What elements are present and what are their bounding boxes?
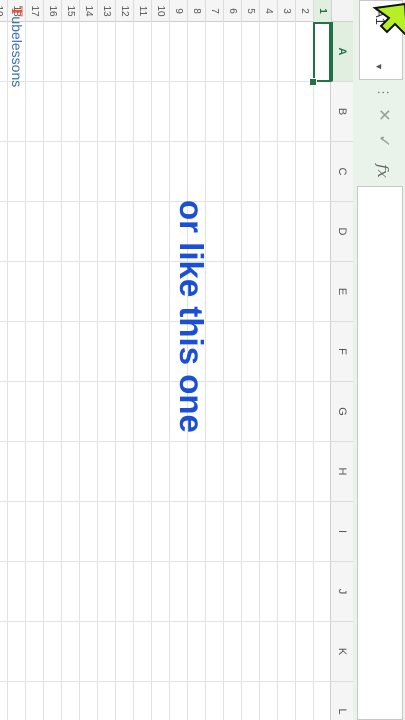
- row-header-5[interactable]: 5: [241, 0, 259, 22]
- row-header-4[interactable]: 4: [259, 0, 277, 22]
- column-header-h[interactable]: H: [331, 442, 353, 502]
- grid-line: [0, 201, 331, 202]
- watermark-logo: Tubelessons: [8, 6, 25, 87]
- grid-line: [0, 381, 331, 382]
- row-header-13[interactable]: 13: [97, 0, 115, 22]
- column-header-b[interactable]: B: [331, 82, 353, 142]
- grid-line: [0, 261, 331, 262]
- grid-line: [0, 621, 331, 622]
- row-header-8[interactable]: 8: [187, 0, 205, 22]
- grid-line: [169, 22, 170, 720]
- column-header-l[interactable]: L: [331, 682, 353, 720]
- column-header-c[interactable]: C: [331, 142, 353, 202]
- watermark-text: ubelessons: [9, 16, 25, 88]
- selected-cell[interactable]: [313, 22, 331, 82]
- overlay-caption: or like this one: [173, 200, 210, 433]
- grid-line: [0, 501, 331, 502]
- grid-line: [79, 22, 80, 720]
- cell-grid[interactable]: [0, 22, 331, 720]
- column-header-g[interactable]: G: [331, 382, 353, 442]
- grid-line: [0, 441, 331, 442]
- row-header-19[interactable]: 19: [0, 0, 7, 22]
- check-icon[interactable]: ✓: [371, 130, 395, 152]
- formula-input[interactable]: [357, 186, 403, 720]
- row-header-16[interactable]: 16: [43, 0, 61, 22]
- grid-line: [43, 22, 44, 720]
- grid-line: [277, 22, 278, 720]
- more-dots-icon[interactable]: ⋮: [375, 86, 391, 100]
- grid-line: [0, 141, 331, 142]
- grid-line: [7, 22, 8, 720]
- row-headers: 1 2 3 4 5 6 7 8 9 10 11 12 13 14 15 16 17 18 19: [0, 0, 331, 22]
- select-all-corner[interactable]: [331, 0, 353, 22]
- grid-line: [115, 22, 116, 720]
- watermark-initial: T: [8, 6, 24, 17]
- fx-icon[interactable]: fx: [371, 160, 395, 182]
- row-header-12[interactable]: 12: [115, 0, 133, 22]
- grid-line: [133, 22, 134, 720]
- grid-line: [0, 321, 331, 322]
- spreadsheet-view: A1 ▼ ⋮ ✕ ✓ fx ABCDEFGHIJKL 1 2 3 4 5 6 7 8 9 10 11…: [0, 0, 405, 720]
- row-header-11[interactable]: 11: [133, 0, 151, 22]
- grid-line: [313, 22, 314, 720]
- grid-line: [0, 561, 331, 562]
- column-headers: ABCDEFGHIJKL: [330, 22, 353, 720]
- formula-bar: A1 ▼ ⋮ ✕ ✓ fx: [352, 0, 405, 720]
- row-header-6[interactable]: 6: [223, 0, 241, 22]
- row-header-9[interactable]: 9: [169, 0, 187, 22]
- fill-handle[interactable]: [309, 78, 317, 86]
- row-header-7[interactable]: 7: [205, 0, 223, 22]
- grid-line: [241, 22, 242, 720]
- grid-line: [259, 22, 260, 720]
- chevron-down-icon[interactable]: ▼: [374, 62, 384, 71]
- column-header-e[interactable]: E: [331, 262, 353, 322]
- grid-line: [97, 22, 98, 720]
- row-header-1[interactable]: 1: [313, 0, 331, 22]
- column-header-f[interactable]: F: [331, 322, 353, 382]
- column-header-k[interactable]: K: [331, 622, 353, 682]
- grid-line: [223, 22, 224, 720]
- row-header-2[interactable]: 2: [295, 0, 313, 22]
- row-header-15[interactable]: 15: [61, 0, 79, 22]
- grid-line: [0, 681, 331, 682]
- row-header-10[interactable]: 10: [151, 0, 169, 22]
- grid-line: [0, 81, 331, 82]
- grid-line: [295, 22, 296, 720]
- row-header-3[interactable]: 3: [277, 0, 295, 22]
- column-header-d[interactable]: D: [331, 202, 353, 262]
- column-header-j[interactable]: J: [331, 562, 353, 622]
- row-header-14[interactable]: 14: [79, 0, 97, 22]
- grid-line: [61, 22, 62, 720]
- grid-line: [25, 22, 26, 720]
- row-header-17[interactable]: 17: [25, 0, 43, 22]
- column-header-a[interactable]: A: [331, 22, 353, 82]
- column-header-i[interactable]: I: [331, 502, 353, 562]
- close-icon[interactable]: ✕: [371, 104, 395, 126]
- grid-line: [151, 22, 152, 720]
